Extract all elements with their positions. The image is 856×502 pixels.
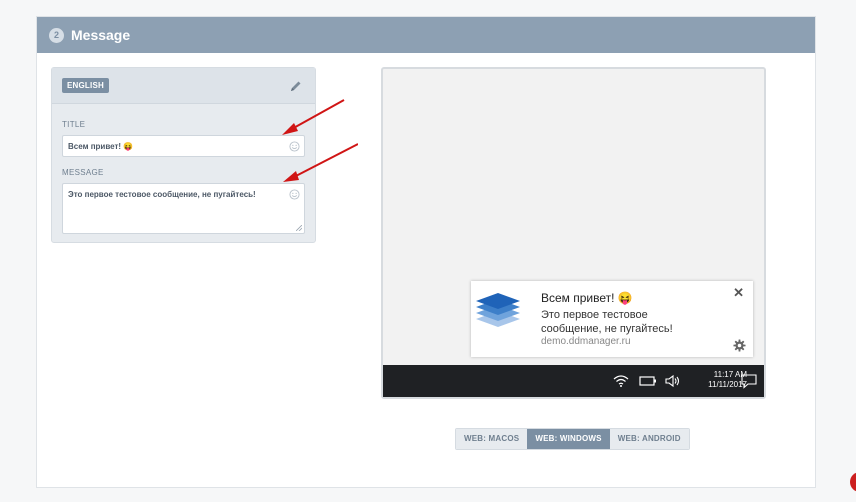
- volume-icon[interactable]: [665, 374, 681, 388]
- tab-web-windows[interactable]: WEB: WINDOWS: [527, 429, 610, 449]
- gear-icon[interactable]: [733, 339, 746, 352]
- tab-web-macos[interactable]: WEB: MACOS: [456, 429, 528, 449]
- emoji-picker-icon[interactable]: [289, 189, 300, 200]
- layers-logo-icon: [476, 293, 520, 327]
- notification-toast[interactable]: Всем привет! 😝 Это первое тестовое сообщ…: [471, 281, 753, 357]
- message-textarea[interactable]: Это первое тестовое сообщение, не пугайт…: [62, 183, 305, 234]
- section-title: Message: [71, 27, 131, 43]
- message-label: MESSAGE: [62, 168, 104, 177]
- tab-web-android[interactable]: WEB: ANDROID: [609, 429, 689, 449]
- action-center-icon[interactable]: [741, 374, 757, 389]
- notification-title: Всем привет! 😝: [541, 291, 633, 305]
- language-tag[interactable]: ENGLISH: [62, 78, 109, 93]
- chat-widget-button[interactable]: [850, 472, 856, 492]
- wifi-icon[interactable]: [613, 374, 629, 388]
- battery-icon[interactable]: [639, 374, 657, 388]
- notification-body: Это первое тестовое сообщение, не пугайт…: [541, 309, 673, 335]
- message-textarea-value: Это первое тестовое сообщение, не пугайт…: [68, 190, 256, 199]
- annotation-arrow-icon: [282, 99, 358, 182]
- notification-close-button[interactable]: ✕: [733, 285, 744, 301]
- taskbar-clock[interactable]: 11:17 AM 11/11/2017: [689, 370, 747, 390]
- windows-taskbar: 11:17 AM 11/11/2017: [383, 365, 764, 397]
- title-input[interactable]: Всем привет! 😝: [62, 135, 305, 157]
- platform-tabs: WEB: MACOS WEB: WINDOWS WEB: ANDROID: [455, 428, 690, 450]
- taskbar-date: 11/11/2017: [708, 380, 747, 389]
- title-label: TITLE: [62, 120, 86, 129]
- resize-handle-icon[interactable]: [296, 225, 302, 231]
- pencil-icon[interactable]: [289, 79, 303, 93]
- message-card: 2 Message ENGLISH TITLE Всем привет! 😝 M…: [36, 16, 816, 488]
- taskbar-time: 11:17 AM: [713, 370, 747, 379]
- editor-header: ENGLISH: [52, 68, 315, 104]
- step-badge: 2: [49, 27, 64, 43]
- section-header: 2 Message: [37, 17, 815, 53]
- title-input-value: Всем привет! 😝: [68, 142, 134, 151]
- preview-pane: Всем привет! 😝 Это первое тестовое сообщ…: [381, 67, 766, 399]
- notification-domain: demo.ddmanager.ru: [541, 336, 631, 347]
- message-editor: ENGLISH TITLE Всем привет! 😝 MESSAGE Это…: [51, 67, 316, 243]
